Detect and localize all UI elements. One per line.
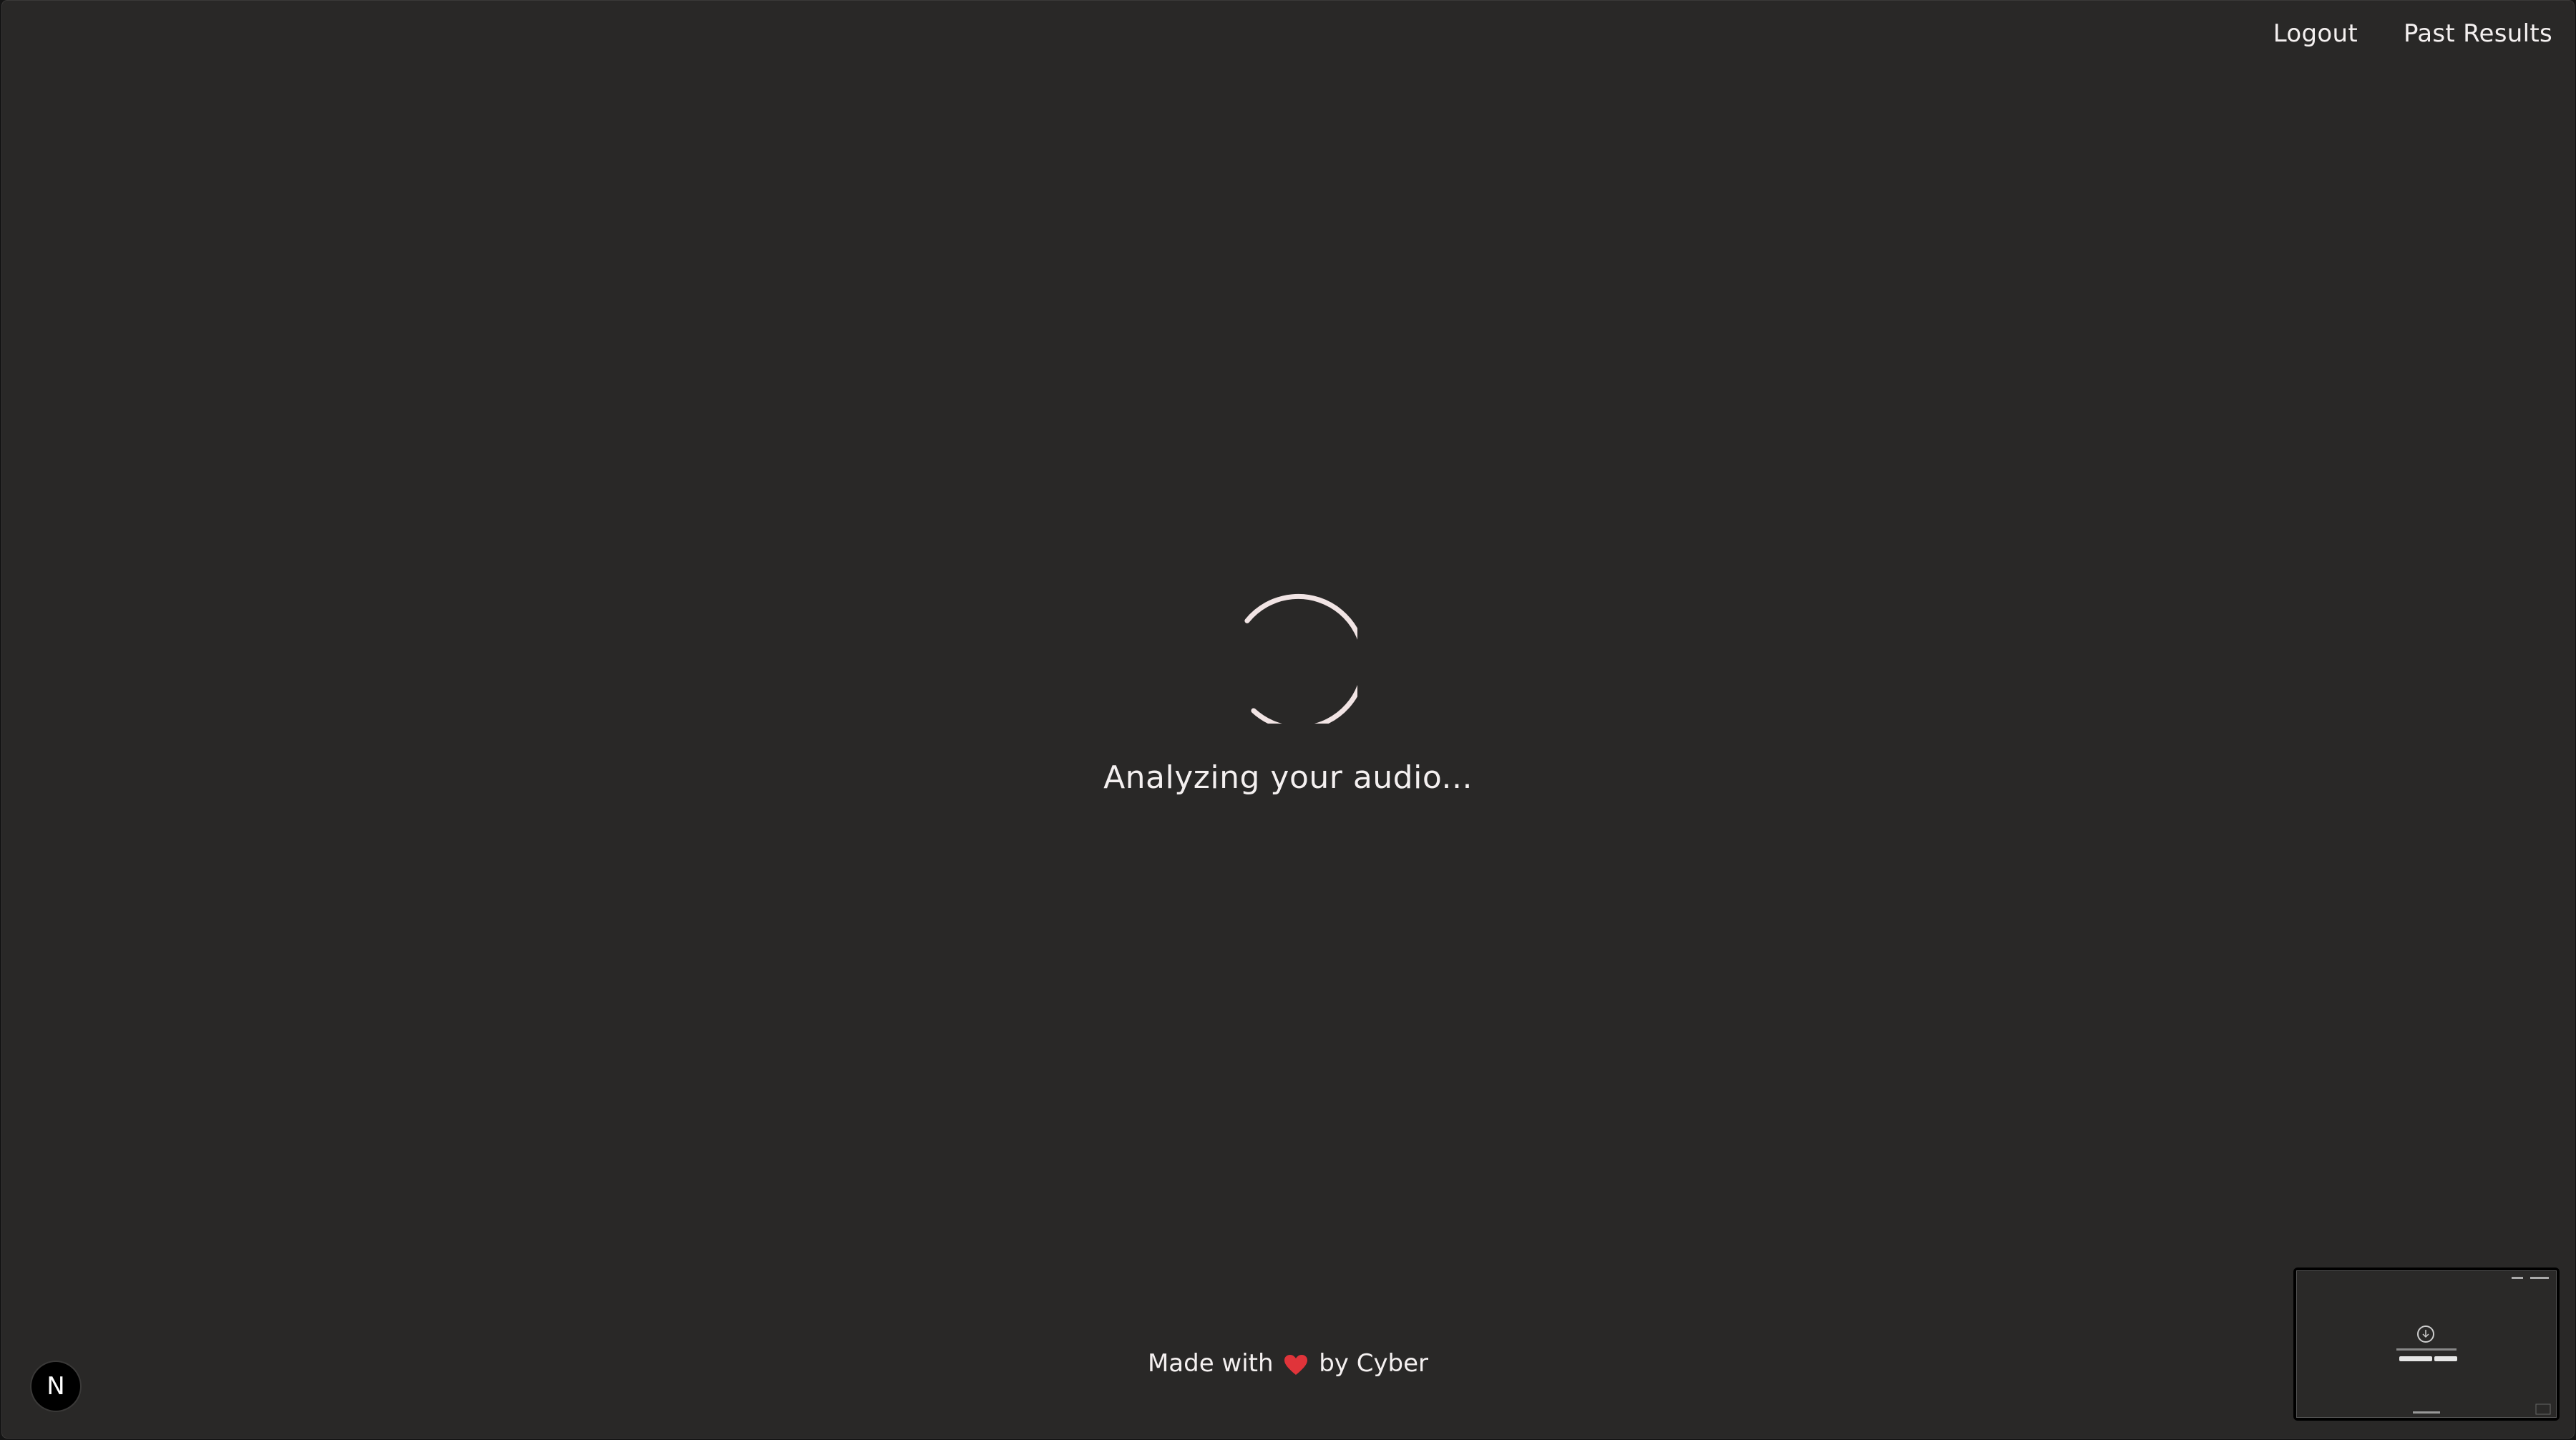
app-window: Logout Past Results Analyzing your audio… xyxy=(1,0,2575,1439)
loading-spinner-icon xyxy=(1244,593,1357,724)
nextjs-logo-icon: N xyxy=(47,1372,65,1401)
nextjs-dev-badge[interactable]: N xyxy=(31,1362,80,1411)
loading-status-text: Analyzing your audio... xyxy=(1103,759,1473,796)
footer-credit: Made with by Cyber xyxy=(2,1349,2574,1378)
footer-suffix: by Cyber xyxy=(1319,1349,1429,1378)
footer-prefix: Made with xyxy=(1147,1349,1274,1378)
loading-area: Analyzing your audio... xyxy=(2,1,2574,1438)
preview-content xyxy=(2396,1277,2551,1415)
heart-icon xyxy=(1284,1354,1308,1375)
screen-preview-thumbnail[interactable] xyxy=(2293,1268,2560,1421)
